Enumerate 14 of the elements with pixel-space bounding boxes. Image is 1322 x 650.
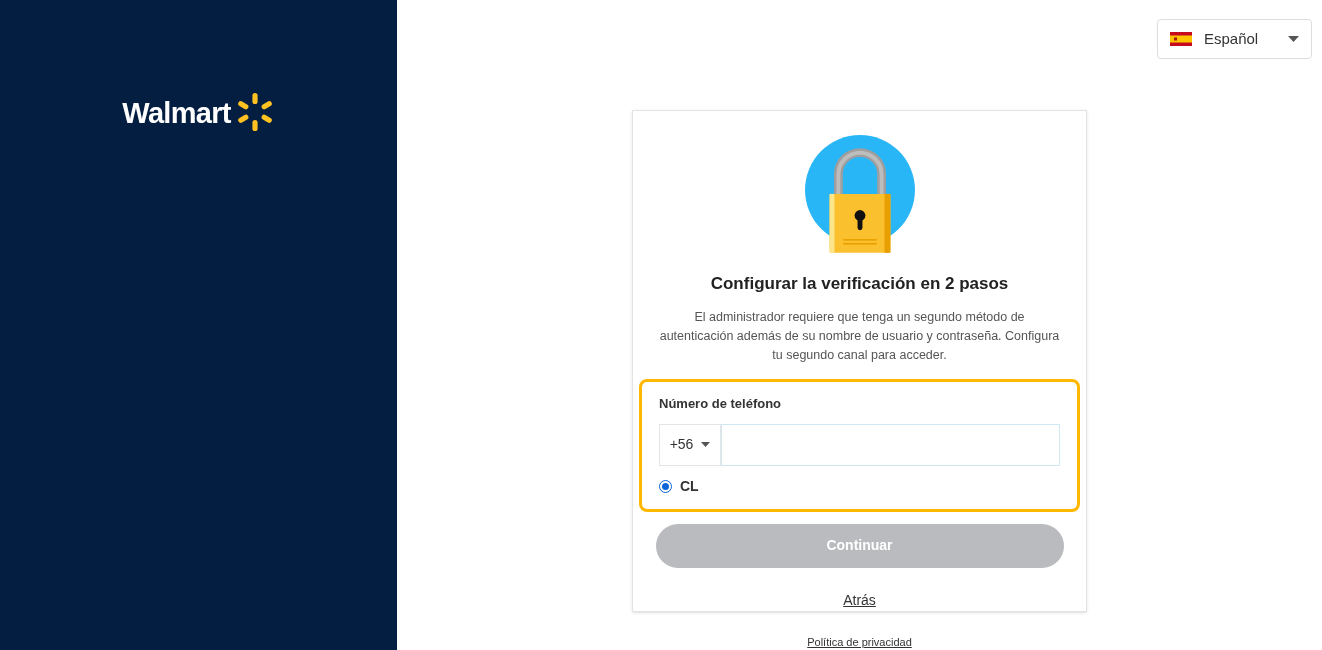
- phone-label: Número de teléfono: [659, 395, 783, 414]
- card-description: El administrador requiere que tenga un segundo método de autenticación además de su nombre de usuario y contraseña. Configura tu segundo canal para acceder.: [658, 309, 1061, 365]
- padlock-icon: [802, 135, 917, 253]
- brand-name: Walmart: [122, 96, 231, 131]
- privacy-link[interactable]: Política de privacidad: [807, 634, 912, 650]
- back-link[interactable]: Atrás: [843, 590, 876, 611]
- caret-icon: [1288, 36, 1299, 42]
- caret-icon: [701, 442, 711, 448]
- phone-input[interactable]: [721, 423, 1060, 466]
- spain-flag-icon: [1170, 32, 1192, 46]
- language-dropdown[interactable]: Español: [1157, 19, 1312, 59]
- card-title: Configurar la verificación en 2 pasos: [710, 272, 1009, 295]
- country-code-dropdown[interactable]: +56: [659, 423, 721, 466]
- country-label: CL: [680, 476, 699, 496]
